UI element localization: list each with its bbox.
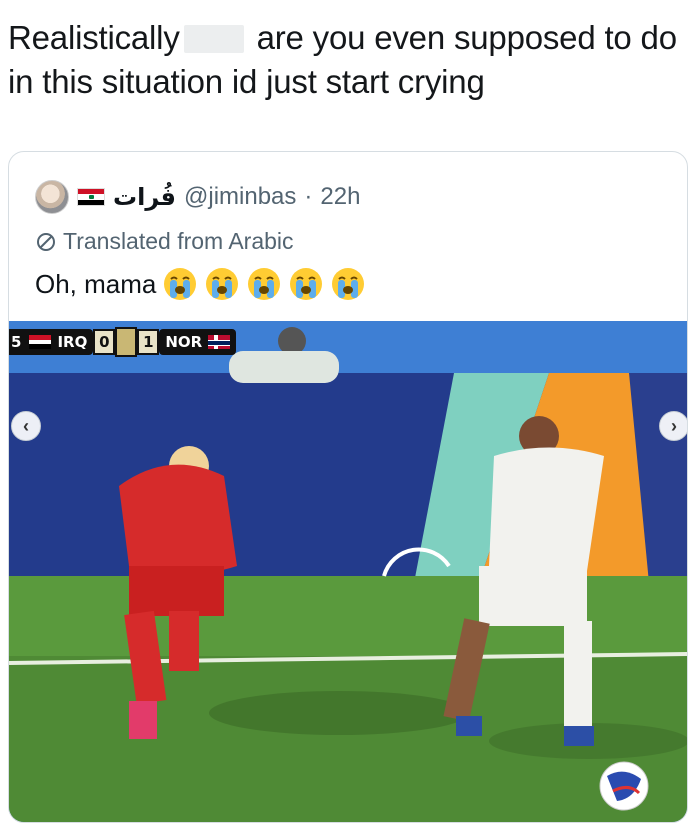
scorebug: 5 IRQ 0 1 NOR (9, 327, 237, 357)
timestamp[interactable]: 22h (320, 183, 360, 211)
crying-face-icon (332, 268, 365, 300)
trophy-icon (115, 327, 138, 357)
translate-icon (37, 232, 55, 251)
crying-face-icon (206, 268, 239, 300)
home-score: 0 (93, 329, 116, 355)
iraq-flag-small-icon (29, 335, 52, 350)
crying-face-icon (164, 268, 197, 300)
quoted-tweet-card[interactable]: فُرات @jiminbas · 22h Translated from Ar… (8, 151, 688, 823)
video-frame[interactable]: 5 IRQ 0 1 NOR ‹ › (9, 321, 687, 822)
home-team-block: IRQ (23, 329, 94, 355)
crying-face-icon (290, 268, 323, 300)
match-scene (9, 321, 687, 822)
display-name[interactable]: فُرات (113, 183, 176, 211)
away-team-code: NOR (165, 333, 203, 351)
away-team-block: NOR (159, 329, 237, 355)
home-team-code: IRQ (57, 333, 88, 351)
post-text: Realistically are you even supposed to d… (8, 16, 692, 104)
translated-label: Translated from Arabic (63, 228, 294, 254)
separator-dot: · (304, 183, 313, 210)
quoted-tweet-header: فُرات @jiminbas · 22h (35, 179, 360, 215)
translated-notice: Translated from Arabic (35, 228, 294, 255)
iraq-flag-icon (77, 188, 105, 206)
crying-face-icon (248, 268, 281, 300)
post-text-start: Realistically (8, 19, 180, 56)
tweet-text: Oh, mama (35, 268, 157, 299)
norway-flag-icon (208, 335, 231, 349)
chevron-left-icon[interactable]: ‹ (11, 411, 41, 441)
user-handle[interactable]: @jiminbas (184, 183, 296, 211)
redacted-word (183, 25, 244, 53)
away-score: 1 (137, 329, 160, 355)
avatar[interactable] (35, 180, 69, 214)
emoji-row (162, 266, 366, 302)
quoted-tweet-text: Oh, mama (35, 266, 366, 302)
scorebug-edge: 5 (9, 329, 24, 355)
chevron-right-icon[interactable]: › (659, 411, 687, 441)
